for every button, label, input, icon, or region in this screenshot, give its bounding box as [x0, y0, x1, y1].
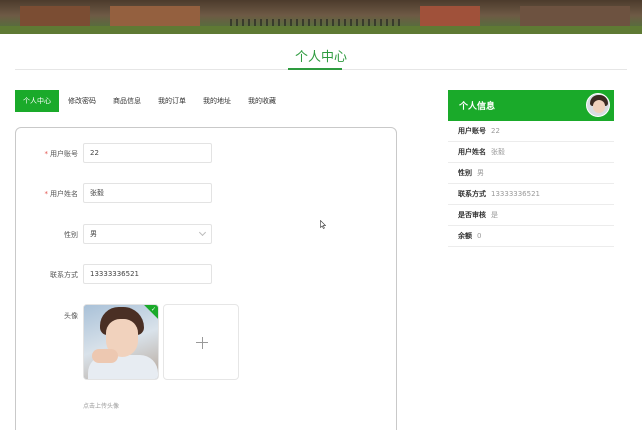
tab-my-favorites[interactable]: 我的收藏 [240, 90, 284, 112]
avatar [586, 93, 610, 117]
upload-avatar-button[interactable] [163, 304, 239, 380]
tab-personal-center[interactable]: 个人中心 [15, 90, 59, 112]
info-row-gender: 性别男 [448, 163, 614, 184]
phone-field[interactable]: 13333336521 [83, 264, 212, 284]
profile-tabs: 个人中心 修改密码 商品信息 我的订单 我的地址 我的收藏 [15, 90, 285, 112]
name-field[interactable]: 张毅 [83, 183, 212, 203]
name-label: * 用户姓名 [44, 190, 79, 198]
upload-hint: 点击上传头像 [83, 403, 120, 410]
required-mark: * [44, 190, 49, 198]
campus-banner-image [0, 0, 642, 34]
account-label: * 用户账号 [44, 150, 79, 158]
gender-label: 性别 [64, 231, 78, 239]
avatar-label: 头像 [64, 312, 78, 320]
check-icon: ✓ [150, 306, 156, 313]
phone-label: 联系方式 [50, 271, 78, 279]
info-row-phone: 联系方式 13333336521 [448, 184, 614, 205]
gender-select[interactable]: 男 [83, 224, 212, 244]
tab-change-password[interactable]: 修改密码 [60, 90, 104, 112]
tab-product-info[interactable]: 商品信息 [105, 90, 149, 112]
info-row-reviewed: 是否审核是 [448, 205, 614, 226]
title-underline [288, 68, 342, 70]
info-row-name: 用户姓名 张毅 [448, 142, 614, 163]
info-title: 个人信息 [459, 102, 496, 112]
required-mark: * [44, 150, 49, 158]
mouse-cursor-icon [320, 220, 326, 229]
tab-my-address[interactable]: 我的地址 [195, 90, 239, 112]
uploaded-avatar[interactable]: ✓ [83, 304, 159, 380]
info-row-account: 用户账号 22 [448, 121, 614, 142]
account-field[interactable]: 22 [83, 143, 212, 163]
tab-my-orders[interactable]: 我的订单 [150, 90, 194, 112]
chevron-down-icon [198, 228, 207, 237]
info-header: 个人信息 [448, 90, 614, 121]
info-row-balance: 余额 0 [448, 226, 614, 247]
page-title: 个人中心 [294, 50, 347, 65]
personal-info-panel: 个人信息 用户账号 22 用户姓名 张毅 性别男 联系方式 13333336521 是… [448, 90, 614, 247]
